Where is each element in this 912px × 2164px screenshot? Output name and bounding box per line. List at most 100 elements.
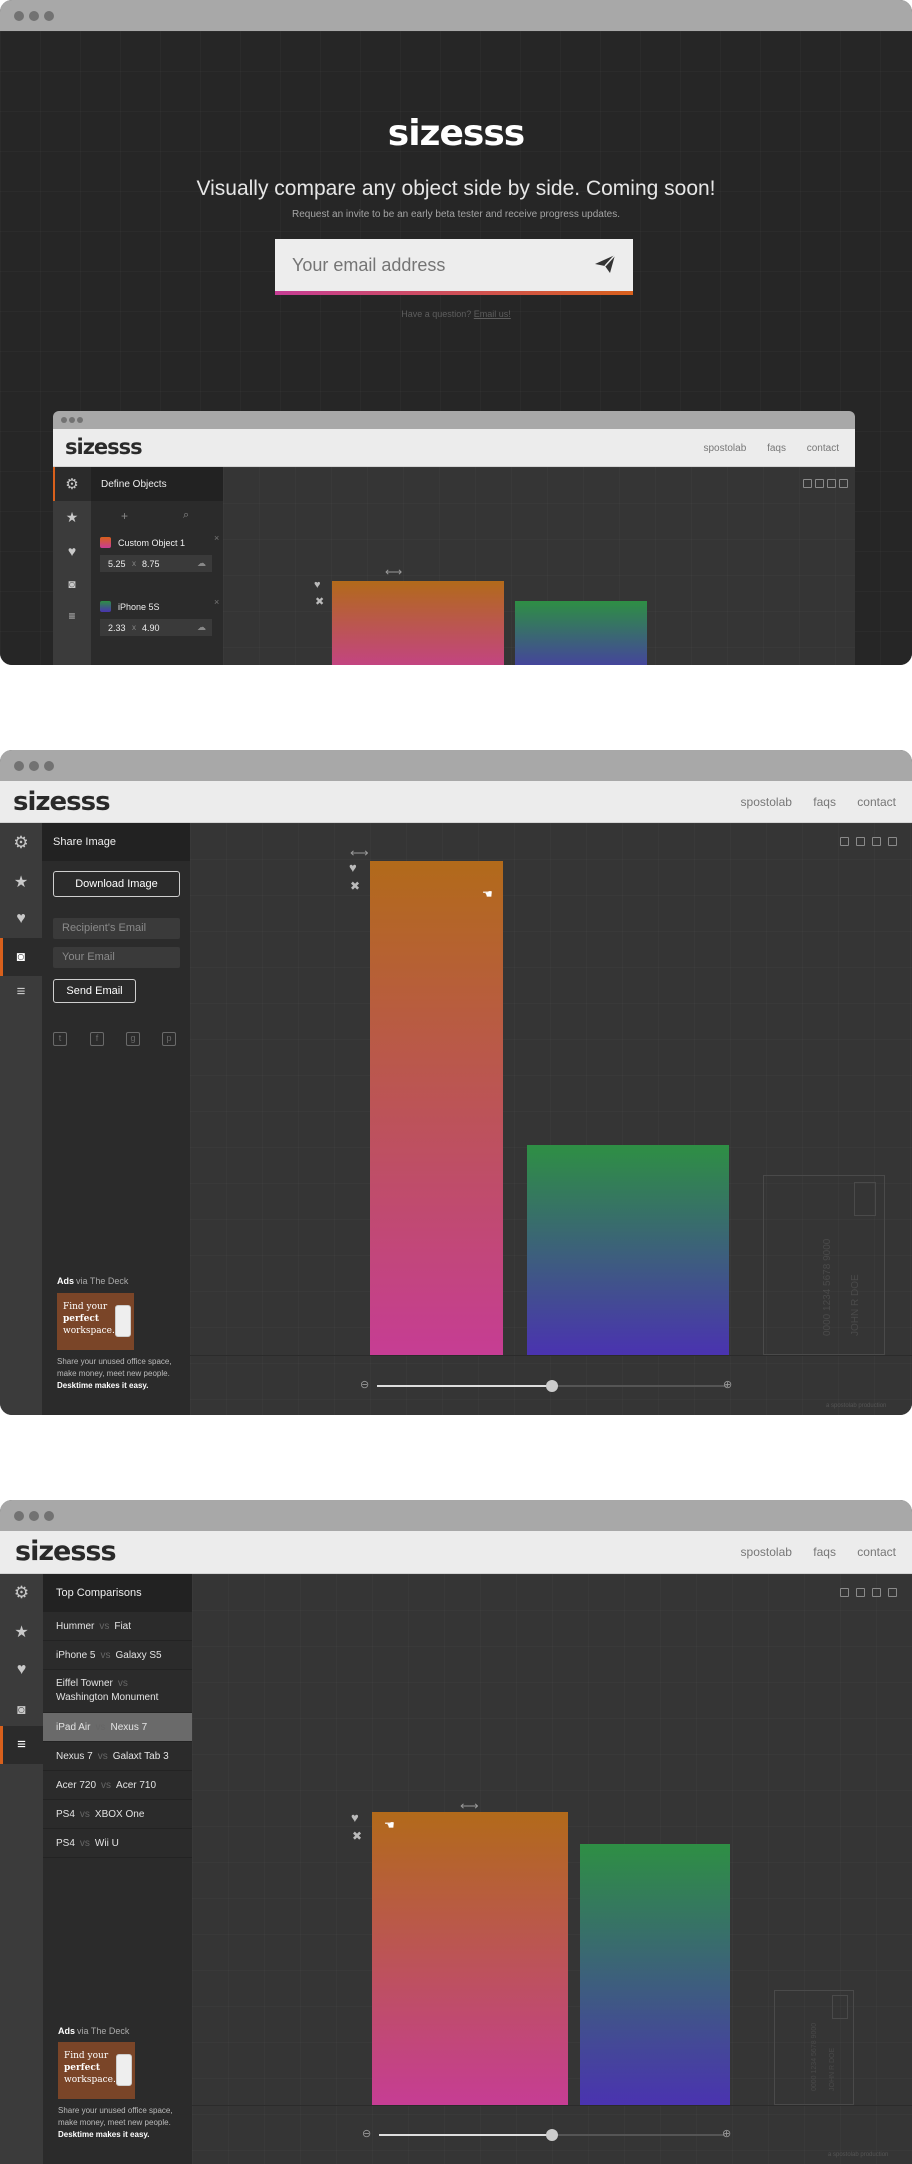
close-icon[interactable]: ×: [214, 533, 219, 543]
googleplus-icon[interactable]: [872, 1588, 881, 1597]
object-height[interactable]: 8.75: [142, 559, 160, 569]
recipient-email-input[interactable]: Recipient's Email: [53, 918, 180, 939]
pinterest-icon[interactable]: [888, 837, 897, 846]
nav-contact[interactable]: contact: [807, 443, 839, 454]
app-logo[interactable]: sizesss: [13, 787, 111, 817]
googleplus-icon[interactable]: [872, 837, 881, 846]
zoom-out-icon[interactable]: ⊖: [362, 2127, 371, 2140]
footer-credit[interactable]: a spostolab production: [828, 2152, 888, 2158]
heart-icon[interactable]: ♥: [0, 910, 42, 928]
comparison-item[interactable]: Acer 720 vs Acer 710: [43, 1771, 192, 1800]
facebook-icon[interactable]: [815, 479, 824, 488]
object-color-swatch[interactable]: [100, 537, 111, 548]
object-width[interactable]: 5.25: [108, 559, 126, 569]
comparison-item[interactable]: Hummer vs Fiat: [43, 1612, 192, 1641]
object-bar-orange[interactable]: ☚: [372, 1812, 568, 2105]
send-icon[interactable]: [593, 252, 617, 281]
resize-horizontal-icon[interactable]: ⟷: [385, 565, 402, 579]
star-icon[interactable]: ★: [0, 872, 42, 892]
zoom-out-icon[interactable]: ⊖: [360, 1378, 369, 1391]
resize-horizontal-icon[interactable]: ⟷: [350, 845, 369, 861]
gear-icon[interactable]: ⚙: [53, 475, 91, 493]
googleplus-icon[interactable]: g: [126, 1032, 140, 1046]
gear-icon[interactable]: ⚙: [0, 833, 42, 853]
heart-icon[interactable]: ♥: [0, 1661, 43, 1679]
zoom-slider-track[interactable]: [379, 2129, 725, 2141]
twitter-icon[interactable]: [840, 837, 849, 846]
cloud-icon[interactable]: ☁: [197, 558, 206, 569]
nav-faqs[interactable]: faqs: [813, 1545, 836, 1559]
nav-spostolab[interactable]: spostolab: [703, 443, 746, 454]
nav-contact[interactable]: contact: [857, 1545, 896, 1559]
dimension-row[interactable]: 2.33 x 4.90 ☁: [100, 619, 212, 636]
heart-icon[interactable]: ♥: [314, 579, 321, 591]
nav-faqs[interactable]: faqs: [813, 795, 836, 809]
cloud-icon[interactable]: ☁: [197, 622, 206, 633]
camera-icon[interactable]: ◙: [0, 1701, 43, 1717]
email-input[interactable]: [275, 239, 575, 291]
object-bar-green[interactable]: [580, 1844, 730, 2105]
googleplus-icon[interactable]: [827, 479, 836, 488]
send-email-button[interactable]: Send Email: [53, 979, 136, 1003]
pinterest-icon[interactable]: p: [162, 1032, 176, 1046]
card-name: JOHN R DOE: [850, 1274, 861, 1336]
comparison-item[interactable]: PS4 vs XBOX One: [43, 1800, 192, 1829]
object-width[interactable]: 2.33: [108, 623, 126, 633]
your-email-input[interactable]: Your Email: [53, 947, 180, 968]
nav-contact[interactable]: contact: [857, 795, 896, 809]
zoom-in-icon[interactable]: ⊕: [723, 1378, 732, 1391]
ads-via[interactable]: via The Deck: [77, 2026, 129, 2036]
object-height[interactable]: 4.90: [142, 623, 160, 633]
twitter-icon[interactable]: t: [53, 1032, 67, 1046]
star-icon[interactable]: ★: [0, 1622, 43, 1642]
star-icon[interactable]: ★: [53, 509, 91, 526]
comparison-item[interactable]: iPad Air vs Nexus 7: [43, 1713, 192, 1742]
close-icon[interactable]: ✖: [350, 879, 360, 893]
list-icon[interactable]: ≡: [53, 609, 91, 623]
object-bar-orange[interactable]: [332, 581, 504, 665]
add-icon[interactable]: +: [121, 509, 128, 523]
gear-icon[interactable]: ⚙: [0, 1583, 43, 1603]
close-icon[interactable]: ×: [214, 597, 219, 607]
pinterest-icon[interactable]: [839, 479, 848, 488]
object-bar-green[interactable]: [527, 1145, 729, 1355]
nav-spostolab[interactable]: spostolab: [741, 795, 792, 809]
heart-icon[interactable]: ♥: [53, 543, 91, 559]
close-icon[interactable]: ✖: [352, 1829, 362, 1843]
list-icon[interactable]: ≡: [0, 1736, 43, 1753]
footer-credit[interactable]: a spostolab production: [826, 1403, 886, 1409]
zoom-in-icon[interactable]: ⊕: [722, 2127, 731, 2140]
comparison-item[interactable]: Nexus 7 vs Galaxt Tab 3: [43, 1742, 192, 1771]
dimension-row[interactable]: 5.25 x 8.75 ☁: [100, 555, 212, 572]
facebook-icon[interactable]: [856, 1588, 865, 1597]
list-icon[interactable]: ≡: [0, 983, 42, 1000]
download-image-button[interactable]: Download Image: [53, 871, 180, 897]
object-bar-green[interactable]: [515, 601, 647, 665]
search-icon[interactable]: ⌕: [183, 509, 189, 522]
pinterest-icon[interactable]: [888, 1588, 897, 1597]
ad-image[interactable]: Find your perfect workspace.: [58, 2042, 135, 2099]
camera-icon[interactable]: ◙: [53, 577, 91, 591]
ads-via[interactable]: via The Deck: [76, 1276, 128, 1286]
object-color-swatch[interactable]: [100, 601, 111, 612]
twitter-icon[interactable]: [803, 479, 812, 488]
nav-faqs[interactable]: faqs: [767, 443, 786, 454]
facebook-icon[interactable]: [856, 837, 865, 846]
heart-icon[interactable]: ♥: [349, 860, 357, 875]
nav-spostolab[interactable]: spostolab: [741, 1545, 792, 1559]
ad-image[interactable]: Find your perfect workspace.: [57, 1293, 134, 1350]
heart-icon[interactable]: ♥: [351, 1810, 359, 1825]
object-bar-orange[interactable]: ☚: [370, 861, 503, 1355]
email-us-link[interactable]: Email us!: [474, 309, 511, 319]
twitter-icon[interactable]: [840, 1588, 849, 1597]
app-logo[interactable]: sizesss: [15, 1536, 117, 1567]
comparison-item[interactable]: PS4 vs Wii U: [43, 1829, 192, 1858]
comparison-item[interactable]: iPhone 5 vs Galaxy S5: [43, 1641, 192, 1670]
comparison-item[interactable]: Eiffel Towner vs Washington Monument: [43, 1670, 192, 1713]
zoom-slider-track[interactable]: [377, 1380, 727, 1392]
zoom-slider-handle[interactable]: [546, 2129, 558, 2141]
facebook-icon[interactable]: f: [90, 1032, 104, 1046]
zoom-slider-handle[interactable]: [546, 1380, 558, 1392]
camera-icon[interactable]: ◙: [0, 948, 42, 964]
close-icon[interactable]: ✖: [315, 595, 324, 608]
